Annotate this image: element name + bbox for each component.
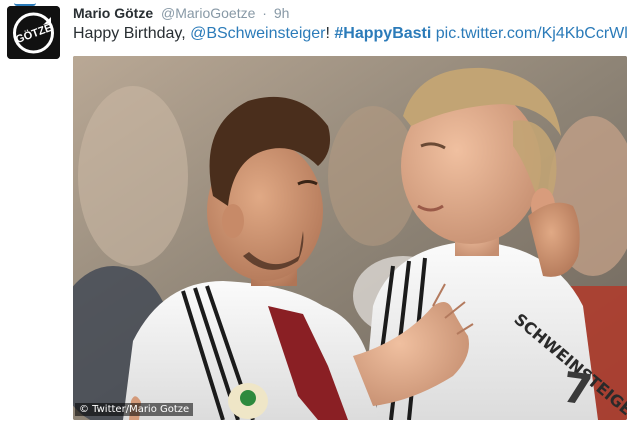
tweet-header: Mario Götze @MarioGoetze · 9h	[73, 4, 289, 22]
author-handle[interactable]: @MarioGoetze	[161, 5, 255, 21]
tweet-text: Happy Birthday, @BSchweinsteiger! #Happy…	[73, 24, 628, 44]
tweet-photo[interactable]: SCHWEINSTEIGER 7 © Twitter/Mario Gotze	[73, 56, 627, 420]
goetze-logo-icon: GÖTZE	[7, 6, 60, 59]
photo-illustration: SCHWEINSTEIGER 7	[73, 56, 627, 420]
author-name[interactable]: Mario Götze	[73, 5, 153, 21]
pic-link[interactable]: pic.twitter.com/Kj4KbCcrWl	[436, 25, 628, 42]
tweet-text-prefix: Happy Birthday,	[73, 25, 191, 42]
photo-watermark: © Twitter/Mario Gotze	[75, 403, 194, 416]
hashtag-link[interactable]: #HappyBasti	[334, 25, 431, 42]
mention-link[interactable]: @BSchweinsteiger	[190, 25, 325, 42]
separator: ·	[262, 5, 267, 21]
tweet-timestamp[interactable]: 9h	[274, 5, 290, 21]
avatar[interactable]: GÖTZE	[7, 6, 60, 59]
